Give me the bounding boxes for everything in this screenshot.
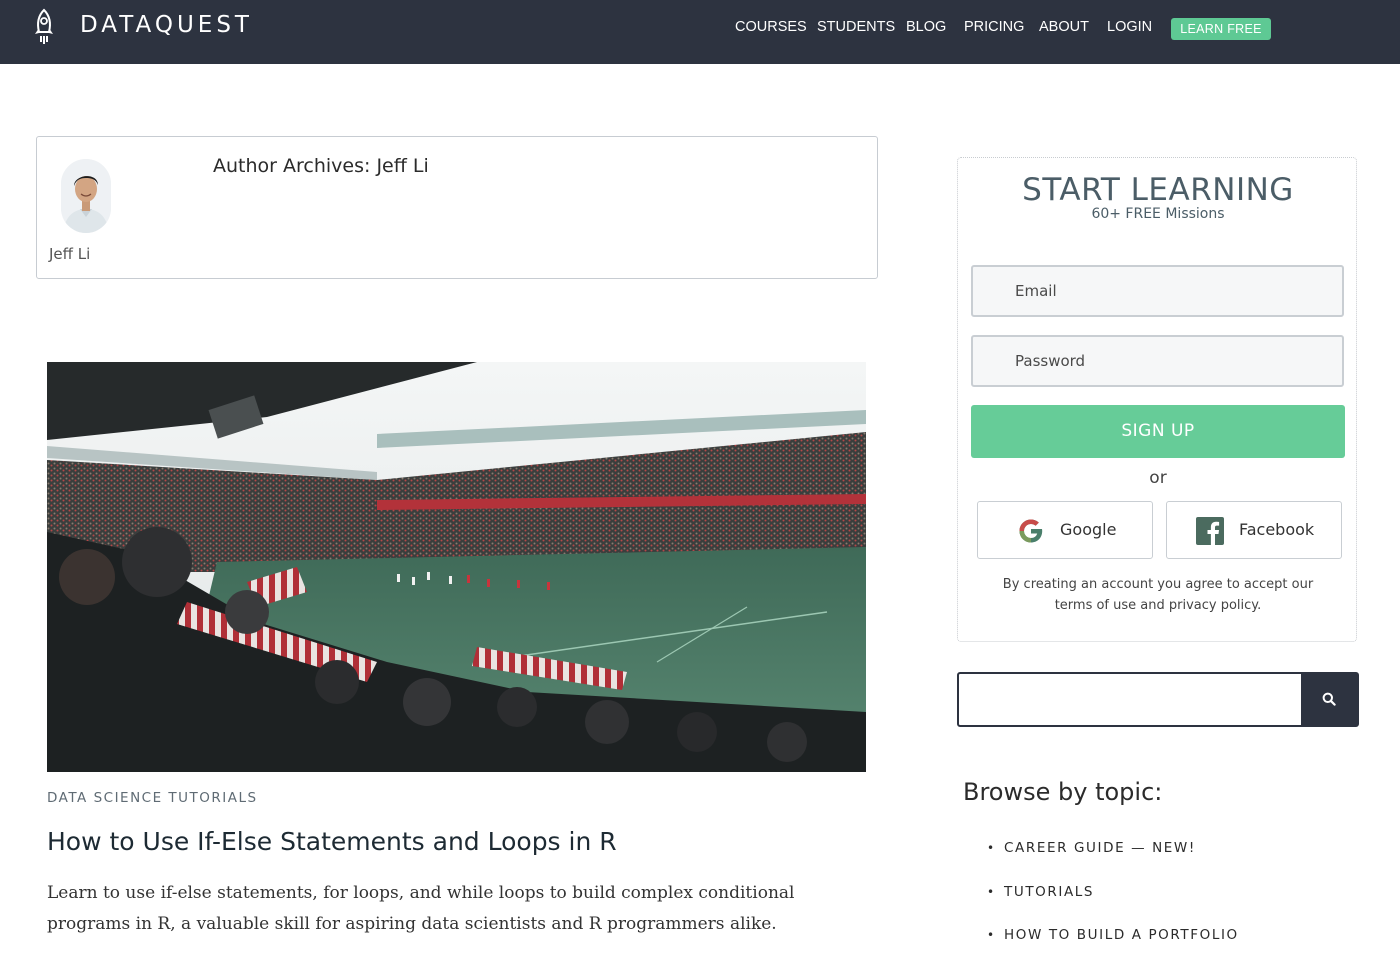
brand-name[interactable]: DATAQUEST xyxy=(80,12,253,38)
terms-link[interactable]: terms of use and privacy policy. xyxy=(958,595,1358,616)
facebook-signup-button[interactable]: Facebook xyxy=(1166,501,1342,559)
nav-students[interactable]: STUDENTS xyxy=(817,19,895,35)
signup-title: START LEARNING xyxy=(1022,172,1294,208)
learn-free-button[interactable]: LEARN FREE xyxy=(1171,18,1271,40)
search-input[interactable] xyxy=(959,674,1301,725)
bullet-icon: • xyxy=(987,841,996,855)
password-field[interactable] xyxy=(971,335,1344,387)
facebook-icon xyxy=(1196,517,1224,545)
author-name: Jeff Li xyxy=(49,245,91,263)
search-button[interactable] xyxy=(1301,674,1357,725)
nav-courses[interactable]: COURSES xyxy=(735,19,807,35)
search-icon xyxy=(1322,692,1336,706)
rocket-icon[interactable] xyxy=(30,8,58,46)
google-label: Google xyxy=(1060,520,1117,539)
sign-up-button[interactable]: SIGN UP xyxy=(971,405,1345,458)
browse-title: Browse by topic: xyxy=(963,778,1163,806)
bullet-icon: • xyxy=(987,928,996,942)
page-title: Author Archives: Jeff Li xyxy=(213,155,429,177)
search-box xyxy=(957,672,1359,727)
post-category-link[interactable]: DATA SCIENCE TUTORIALS xyxy=(47,790,258,806)
post-hero-image[interactable] xyxy=(47,362,866,772)
post-excerpt: Learn to use if-else statements, for loo… xyxy=(47,883,795,934)
signup-subtitle: 60+ FREE Missions xyxy=(1091,206,1225,222)
topic-label[interactable]: TUTORIALS xyxy=(1004,884,1094,900)
nav-login[interactable]: LOGIN xyxy=(1107,19,1152,35)
top-navbar: DATAQUEST COURSES STUDENTS BLOG PRICING … xyxy=(0,0,1400,64)
nav-blog[interactable]: BLOG xyxy=(906,19,946,35)
facebook-label: Facebook xyxy=(1239,520,1315,539)
author-card: Jeff Li Author Archives: Jeff Li xyxy=(36,136,878,279)
topic-tutorials[interactable]: • TUTORIALS xyxy=(987,884,1094,900)
topic-career-guide[interactable]: • CAREER GUIDE — NEW! xyxy=(987,840,1196,856)
post-title-link[interactable]: How to Use If-Else Statements and Loops … xyxy=(47,827,877,856)
avatar xyxy=(61,159,111,233)
topic-portfolio[interactable]: • HOW TO BUILD A PORTFOLIO xyxy=(987,927,1239,943)
topic-label[interactable]: CAREER GUIDE — NEW! xyxy=(1004,840,1196,856)
topic-label[interactable]: HOW TO BUILD A PORTFOLIO xyxy=(1004,927,1239,943)
bullet-icon: • xyxy=(987,885,996,899)
terms-text: By creating an account you agree to acce… xyxy=(958,574,1358,616)
or-separator: or xyxy=(1149,468,1167,488)
terms-line-1: By creating an account you agree to acce… xyxy=(1002,577,1314,592)
email-field[interactable] xyxy=(971,265,1344,317)
signup-card: START LEARNING 60+ FREE Missions SIGN UP… xyxy=(957,157,1357,642)
google-signup-button[interactable]: Google xyxy=(977,501,1153,559)
nav-pricing[interactable]: PRICING xyxy=(964,19,1024,35)
google-icon xyxy=(1019,519,1043,543)
nav-about[interactable]: ABOUT xyxy=(1039,19,1089,35)
